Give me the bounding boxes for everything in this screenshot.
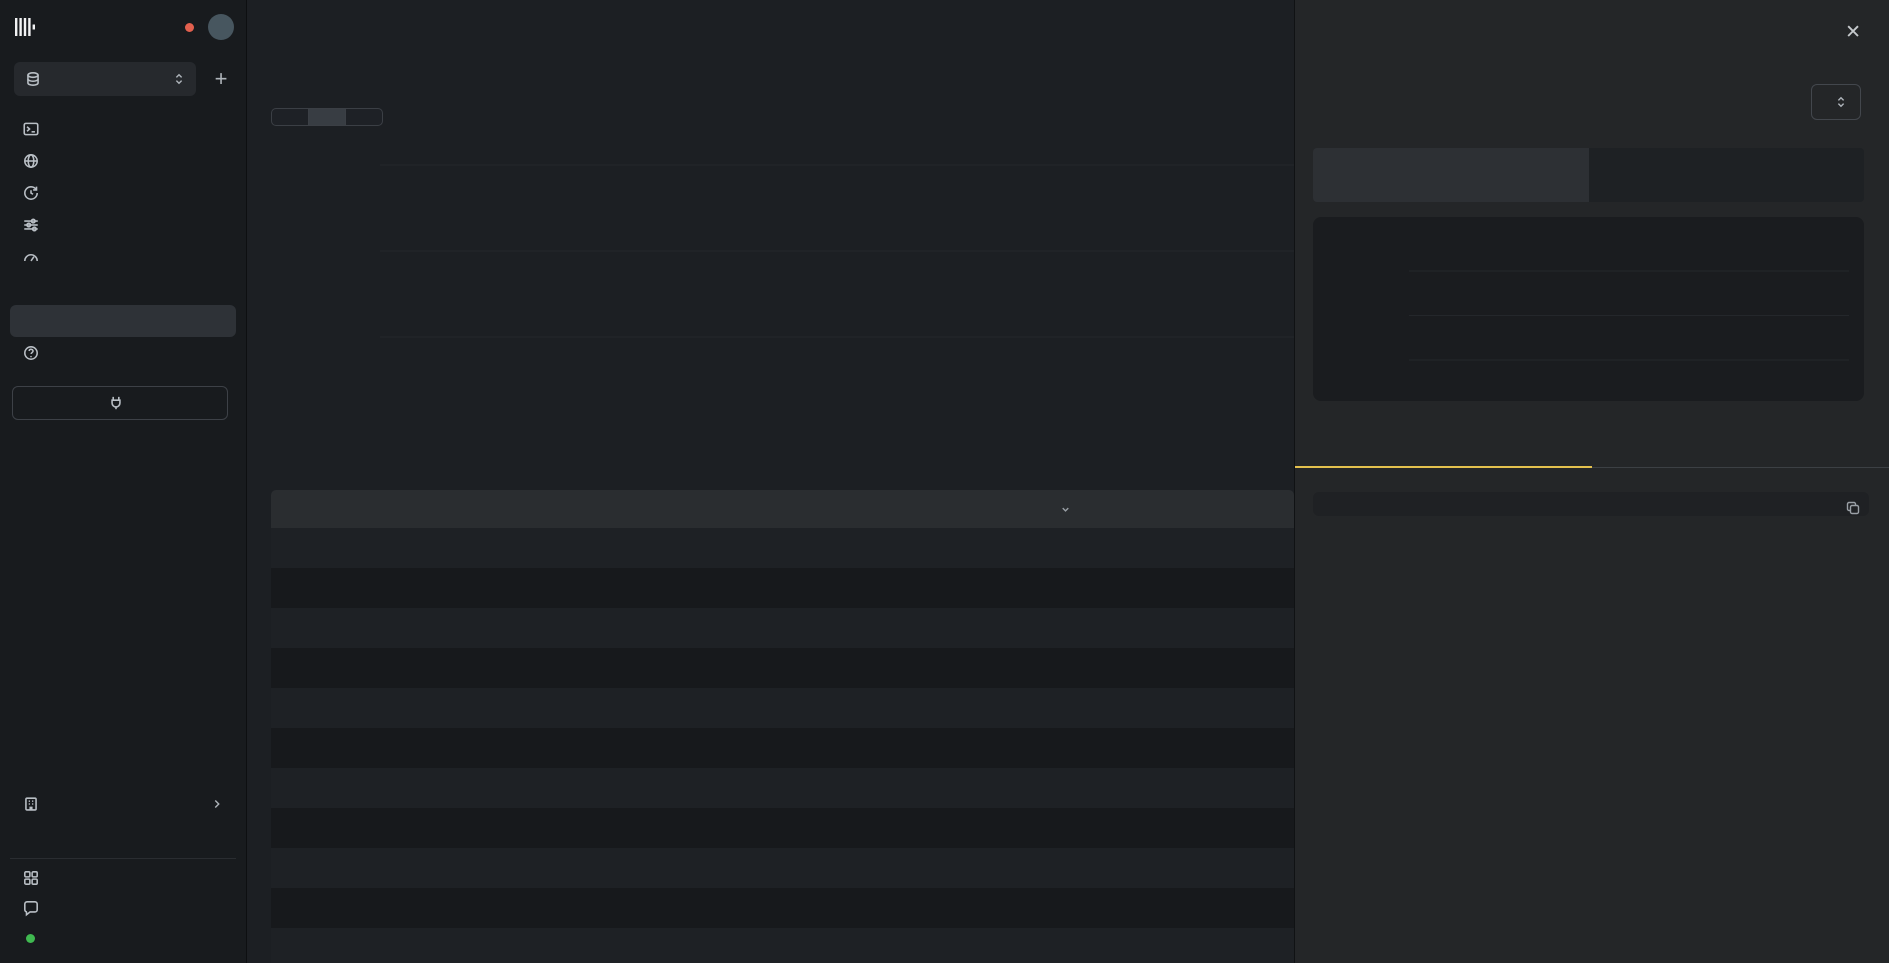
legend-item-other[interactable] [880, 385, 906, 388]
query-row[interactable] [271, 688, 1294, 728]
legend-swatch [880, 385, 898, 388]
latency-x-axis [380, 352, 1294, 368]
backups-icon [22, 184, 40, 202]
query-volume-card [1313, 217, 1864, 401]
detail-row [1313, 762, 1864, 800]
connect-button[interactable] [12, 386, 228, 420]
sql-code-block [1313, 492, 1869, 516]
query-information-panel: ✕ [1294, 0, 1889, 963]
sort-desc-icon [1060, 504, 1071, 515]
sidebar-item-help[interactable] [10, 337, 236, 369]
chart-legend [380, 385, 1294, 388]
sidebar-item-settings[interactable] [10, 209, 236, 241]
copy-icon[interactable] [1845, 500, 1861, 516]
detail-row [1313, 952, 1864, 963]
data-sources-icon [22, 152, 40, 170]
panel-tabs [1295, 428, 1889, 468]
tab-errors[interactable] [345, 109, 382, 125]
settings-icon [22, 216, 40, 234]
sidebar-item-integrations[interactable] [10, 863, 236, 893]
query-row[interactable] [271, 928, 1294, 963]
detail-row [1313, 800, 1864, 838]
connect-icon [107, 394, 125, 412]
organization-icon [22, 795, 40, 813]
sidebar-item-service-health[interactable] [10, 273, 236, 305]
page-header [247, 0, 1294, 54]
monitoring-icon [22, 248, 40, 266]
main-content [247, 0, 1294, 963]
sidebar-item-chat-support[interactable] [10, 893, 236, 923]
terminal-icon [22, 120, 40, 138]
clickhouse-logo [14, 17, 36, 37]
query-details [1313, 686, 1864, 963]
detail-row [1313, 686, 1864, 724]
close-icon[interactable]: ✕ [1845, 23, 1861, 42]
sidebar-item-monitoring[interactable] [10, 241, 236, 273]
legend-item-select[interactable] [768, 385, 794, 388]
panel-header: ✕ [1295, 0, 1889, 64]
app: + [0, 0, 1889, 963]
organization-row[interactable] [10, 788, 236, 820]
runs-errors-toggle [1313, 148, 1864, 202]
query-row[interactable] [271, 808, 1294, 848]
notification-dot [185, 23, 194, 32]
query-row[interactable] [271, 848, 1294, 888]
sidebar-footer [10, 858, 236, 953]
sidebar: + [0, 0, 247, 963]
status-dot [26, 934, 35, 943]
detail-row [1313, 914, 1864, 952]
stat-tab-errors[interactable] [1589, 148, 1865, 202]
tab-query-info[interactable] [1295, 428, 1592, 468]
help-icon [22, 344, 40, 362]
latency-chart[interactable] [380, 155, 1294, 345]
tab-query-volume[interactable] [272, 109, 308, 125]
chevron-right-icon [210, 797, 224, 811]
brand-row [14, 10, 234, 44]
column-header-runs[interactable] [1055, 504, 1164, 515]
stat-tab-all-runs[interactable] [1313, 148, 1589, 202]
query-row[interactable] [271, 608, 1294, 648]
detail-row [1313, 724, 1864, 762]
sidebar-item-sql-console[interactable] [10, 113, 236, 145]
avatar[interactable] [208, 14, 234, 40]
query-row[interactable] [271, 528, 1294, 568]
chat-icon [22, 899, 40, 917]
tab-query-history[interactable] [1592, 428, 1889, 468]
query-row[interactable] [271, 648, 1294, 688]
detail-row [1313, 876, 1864, 914]
sidebar-item-query-insights[interactable] [10, 305, 236, 337]
volume-chart[interactable] [1409, 263, 1849, 367]
service-selector[interactable] [14, 62, 196, 96]
tab-latency[interactable] [308, 109, 345, 125]
sidebar-item-system-status[interactable] [10, 923, 236, 953]
query-row[interactable] [271, 728, 1294, 768]
sidebar-item-backups[interactable] [10, 177, 236, 209]
integrations-icon [22, 869, 40, 887]
legend-swatch [824, 385, 842, 388]
legend-item-insert[interactable] [824, 385, 850, 388]
query-row[interactable] [271, 568, 1294, 608]
volume-x-axis [1409, 373, 1849, 389]
select-arrows-icon [172, 72, 186, 86]
sidebar-nav [10, 113, 236, 369]
view-tabs [271, 108, 383, 126]
query-row[interactable] [271, 768, 1294, 808]
table-header [271, 490, 1294, 528]
sidebar-item-data-sources[interactable] [10, 145, 236, 177]
legend-swatch [768, 385, 786, 388]
detail-row [1313, 838, 1864, 876]
service-icon [24, 70, 42, 88]
recent-queries-table [271, 490, 1294, 963]
select-arrows-icon [1834, 95, 1848, 109]
query-row[interactable] [271, 888, 1294, 928]
time-range-select[interactable] [1811, 84, 1861, 120]
table-body [271, 528, 1294, 963]
add-service-button[interactable]: + [204, 62, 238, 96]
